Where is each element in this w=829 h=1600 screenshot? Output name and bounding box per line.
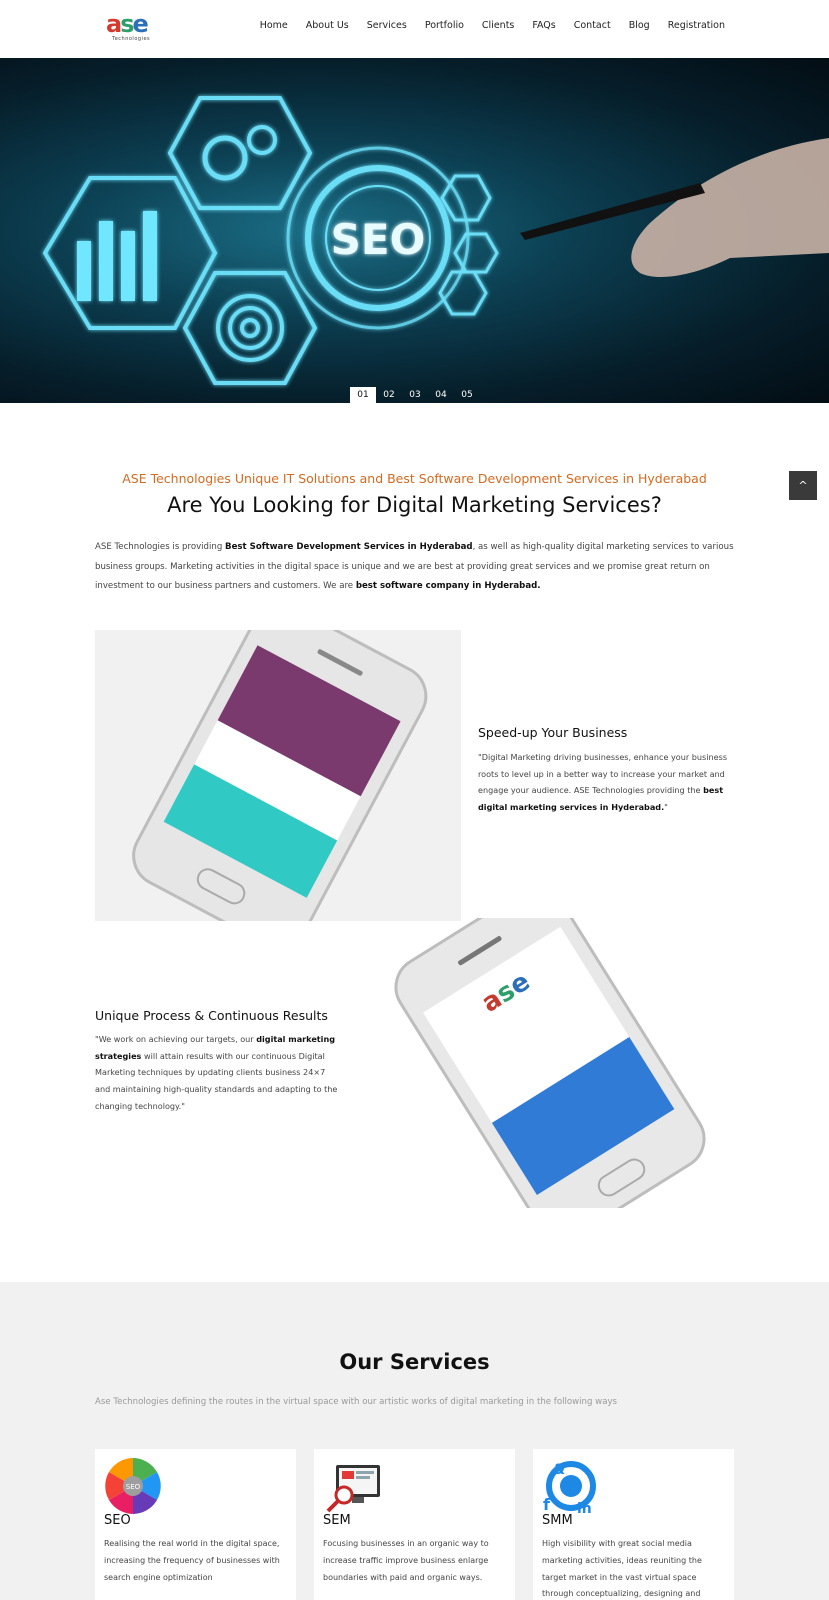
- slide-dot-3[interactable]: 03: [402, 387, 428, 403]
- nav-faqs[interactable]: FAQs: [532, 19, 555, 33]
- slide-dot-1[interactable]: 01: [350, 387, 376, 403]
- sem-monitor-icon: [322, 1457, 382, 1515]
- slide-dot-2[interactable]: 02: [376, 387, 402, 403]
- svg-text:in: in: [577, 1501, 592, 1515]
- nav-home[interactable]: Home: [260, 19, 288, 33]
- slide-dot-5[interactable]: 05: [454, 387, 480, 403]
- services-subtitle: Ase Technologies defining the routes in …: [95, 1397, 618, 1407]
- feature-unique-process-title: Unique Process & Continuous Results: [95, 1008, 328, 1023]
- phone-mockup-image-1: [95, 630, 461, 921]
- nav-blog[interactable]: Blog: [629, 19, 650, 33]
- seo-wheel-icon: SEO: [103, 1457, 163, 1515]
- hero-slider: SEO 01 02 03 04 05: [0, 58, 829, 403]
- service-card-text: High visibility with great social media …: [542, 1539, 702, 1599]
- service-card-sem[interactable]: SEM Focusing businesses in an organic wa…: [314, 1449, 515, 1600]
- feature-speed-up-title: Speed-up Your Business: [478, 725, 628, 740]
- intro-tagline: ASE Technologies Unique IT Solutions and…: [122, 471, 707, 486]
- seo-hero-illustration: SEO: [42, 96, 829, 385]
- services-title: Our Services: [339, 1350, 490, 1374]
- slider-pagination: 01 02 03 04 05: [350, 387, 480, 403]
- feature-speed-up-text: "Digital Marketing driving businesses, e…: [478, 752, 728, 812]
- service-card-title: SEO: [104, 1513, 131, 1528]
- site-header: ase Technologies Home About Us Services …: [0, 0, 829, 58]
- nav-contact[interactable]: Contact: [574, 19, 611, 33]
- nav-clients[interactable]: Clients: [482, 19, 514, 33]
- service-card-title: SEM: [323, 1513, 351, 1528]
- feature-unique-process-text: "We work on achieving our targets, our d…: [95, 1034, 338, 1111]
- hero-seo-text: SEO: [331, 215, 426, 264]
- logo-subtitle: Technologies: [112, 36, 151, 42]
- intro-bold-link: Best Software Development Services in Hy…: [225, 542, 473, 552]
- svg-text:SEO: SEO: [126, 1483, 141, 1491]
- service-card-text: Realising the real world in the digital …: [104, 1539, 280, 1582]
- intro-title: Are You Looking for Digital Marketing Se…: [167, 493, 662, 517]
- service-card-seo[interactable]: SEO SEO Realising the real world in the …: [95, 1449, 296, 1600]
- nav-about-us[interactable]: About Us: [306, 19, 349, 33]
- service-card-title: SMM: [542, 1513, 573, 1528]
- slide-dot-4[interactable]: 04: [428, 387, 454, 403]
- nav-portfolio[interactable]: Portfolio: [425, 19, 464, 33]
- nav-registration[interactable]: Registration: [668, 19, 725, 33]
- phone-mockup-image-2: ase: [365, 886, 735, 1240]
- service-card-text: Focusing businesses in an organic way to…: [323, 1539, 489, 1582]
- intro-paragraph: ASE Technologies is providing Best Softw…: [95, 542, 734, 591]
- service-card-smm[interactable]: & f in SMM High visibility with great so…: [533, 1449, 734, 1600]
- smm-social-icon: & f in: [541, 1457, 601, 1517]
- nav-services[interactable]: Services: [367, 19, 407, 33]
- svg-text:f: f: [543, 1495, 551, 1514]
- svg-text:&: &: [553, 1462, 565, 1478]
- main-nav: Home About Us Services Portfolio Clients…: [242, 19, 725, 33]
- brand-logo[interactable]: ase Technologies: [106, 10, 160, 42]
